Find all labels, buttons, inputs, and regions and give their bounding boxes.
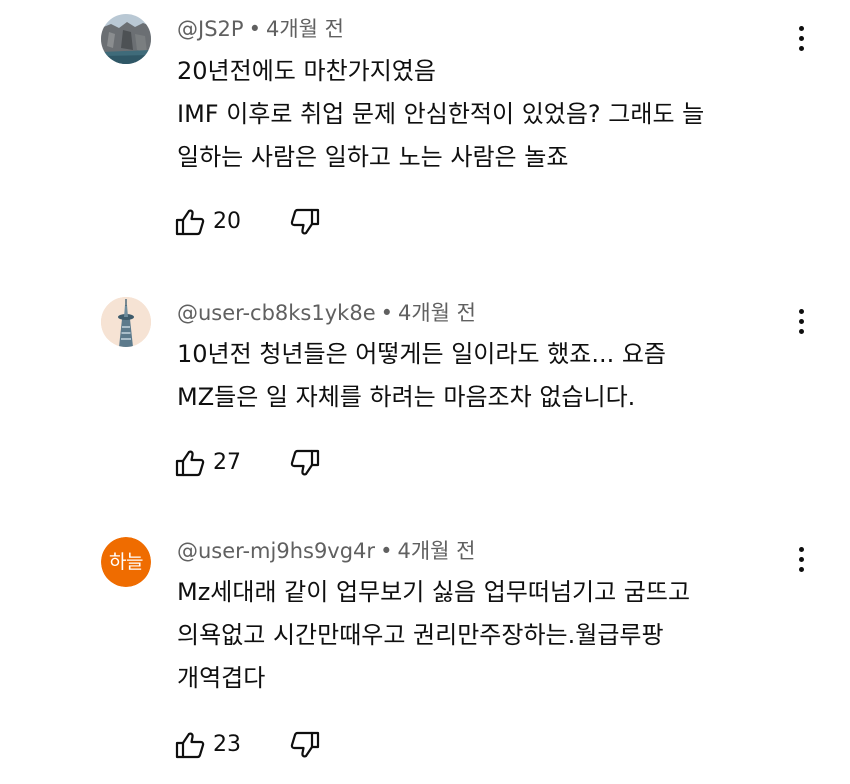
more-vertical-icon[interactable]: [790, 545, 814, 575]
comment-meta: @user-mj9hs9vg4r • 4개월 전: [177, 537, 475, 565]
avatar[interactable]: 하늘: [101, 537, 151, 587]
like-button[interactable]: 23: [175, 730, 241, 760]
tower-avatar-icon: [101, 297, 151, 347]
like-button[interactable]: 20: [175, 207, 241, 237]
comment-meta: @user-cb8ks1yk8e • 4개월 전: [177, 299, 476, 327]
author-name[interactable]: @JS2P: [177, 17, 244, 41]
comment-line: 10년전 청년들은 어떻게든 일이라도 했죠... 요즘: [177, 340, 667, 368]
like-count: 20: [213, 209, 241, 234]
meta-separator: •: [380, 539, 393, 563]
comment-line: 개역겹다: [177, 664, 266, 692]
like-button[interactable]: 27: [175, 448, 241, 478]
dislike-button[interactable]: [290, 731, 320, 759]
meta-separator: •: [380, 301, 393, 325]
comment-line: Mz세대래 같이 업무보기 싫음 업무떠넘기고 굼뜨고: [177, 578, 691, 606]
dislike-button[interactable]: [290, 208, 320, 236]
thumbs-down-icon: [290, 208, 320, 235]
avatar[interactable]: [101, 297, 151, 347]
avatar[interactable]: [101, 14, 151, 64]
comment-line: 20년전에도 마찬가지였음: [177, 57, 436, 85]
like-count: 23: [213, 732, 241, 757]
comment-meta: @JS2P • 4개월 전: [177, 15, 344, 43]
comment-timestamp[interactable]: 4개월 전: [397, 539, 475, 563]
thumbs-down-icon: [290, 731, 320, 758]
more-vertical-icon[interactable]: [790, 307, 814, 337]
thumbs-up-icon: [175, 450, 205, 477]
comment-line: MZ들은 일 자체를 하려는 마음조차 없습니다.: [177, 383, 636, 411]
comment-timestamp[interactable]: 4개월 전: [266, 17, 344, 41]
thumbs-down-icon: [290, 449, 320, 476]
comment-timestamp[interactable]: 4개월 전: [398, 301, 476, 325]
thumbs-up-icon: [175, 732, 205, 759]
comment-text: 10년전 청년들은 어떻게든 일이라도 했죠... 요즘 MZ들은 일 자체를 …: [177, 333, 666, 419]
comment-actions: 23: [175, 730, 320, 760]
comment-line: 일하는 사람은 일하고 노는 사람은 놀죠: [177, 143, 569, 171]
meta-separator: •: [248, 17, 261, 41]
dislike-button[interactable]: [290, 449, 320, 477]
thumbs-up-icon: [175, 209, 205, 236]
rock-landscape-avatar-icon: [101, 14, 151, 64]
like-count: 27: [213, 450, 241, 475]
comment-text: 20년전에도 마찬가지였음 IMF 이후로 취업 문제 안심한적이 있었음? 그…: [177, 50, 704, 179]
comment-text: Mz세대래 같이 업무보기 싫음 업무떠넘기고 굼뜨고 의욕없고 시간만때우고 …: [177, 571, 690, 700]
more-vertical-icon[interactable]: [790, 24, 814, 54]
comment-line: 의욕없고 시간만때우고 권리만주장하는.월급루팡: [177, 621, 664, 649]
comment-line: IMF 이후로 취업 문제 안심한적이 있었음? 그래도 늘: [177, 100, 705, 128]
author-name[interactable]: @user-cb8ks1yk8e: [177, 301, 376, 325]
comment-actions: 27: [175, 448, 320, 478]
comment-actions: 20: [175, 207, 320, 237]
avatar-initials: 하늘: [101, 537, 151, 587]
author-name[interactable]: @user-mj9hs9vg4r: [177, 539, 375, 563]
